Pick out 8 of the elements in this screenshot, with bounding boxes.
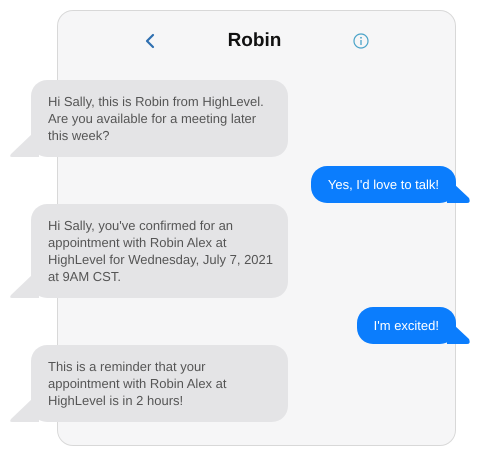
message-text: Hi Sally, this is Robin from HighLevel. Are you available for a meeting later this week? [48, 93, 265, 144]
message-text: Hi Sally, you've confirmed for an appointment with Robin Alex at HighLevel for Wednesday, July 7, 2021 at 9AM CST. [48, 217, 274, 285]
message-text: I'm excited! [374, 317, 439, 334]
contact-name: Robin [228, 28, 282, 53]
info-icon[interactable] [352, 33, 369, 49]
message-text: Yes, I'd love to talk! [328, 176, 439, 193]
message-text: This is a reminder that your appointment with Robin Alex at HighLevel is in 2 hours! [48, 358, 228, 409]
back-icon[interactable] [144, 33, 156, 49]
